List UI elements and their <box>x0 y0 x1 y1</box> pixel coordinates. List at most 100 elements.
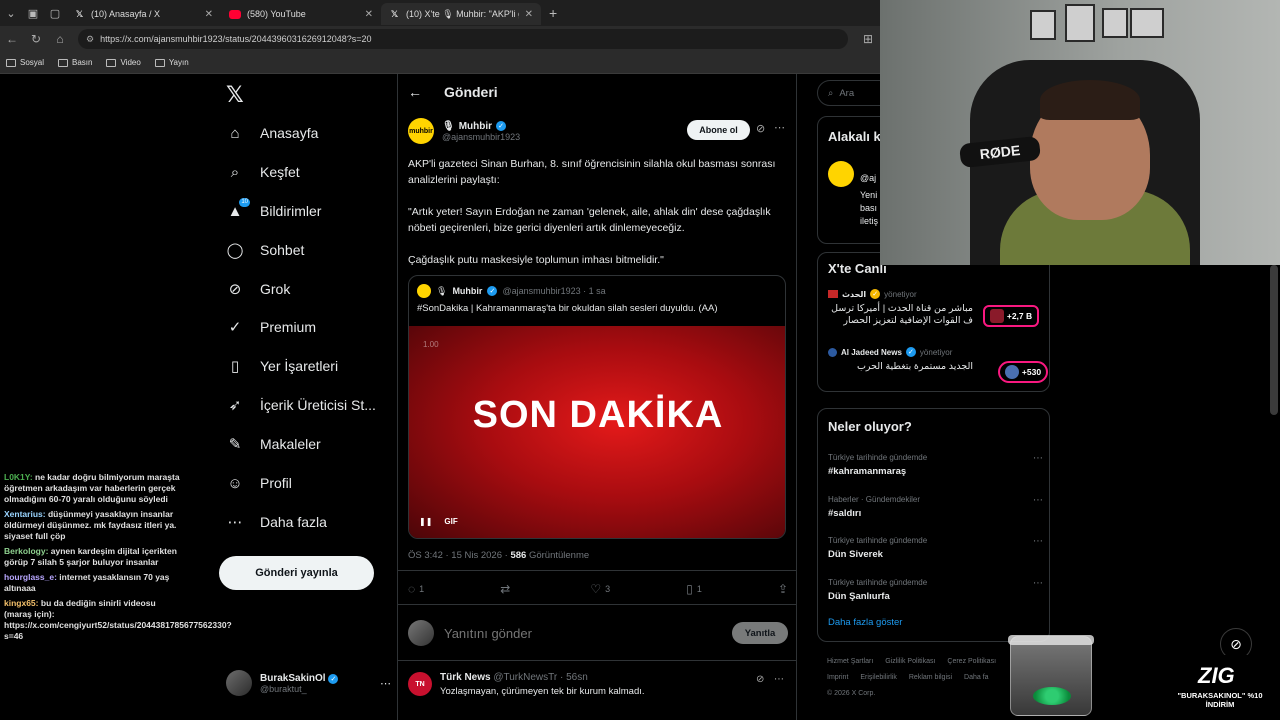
author-name[interactable]: 🎙 Muhbir ✓ <box>442 121 520 132</box>
reload-icon[interactable]: ↻ <box>24 32 48 46</box>
live-item[interactable]: الحدث ✓ yönetiyor مباشر من قناة الحدث | أم… <box>828 289 1043 327</box>
close-icon[interactable]: ✕ <box>205 9 213 20</box>
browser-tab-post[interactable]: 𝕏 (10) X'te 🎙 Muhbir: "AKP'li gazete ✕ <box>381 3 541 25</box>
like-button[interactable]: ♡ 3 <box>590 582 610 596</box>
split-view-icon[interactable]: ⊞ <box>856 32 880 46</box>
show-more-link[interactable]: Daha fazla göster <box>828 617 902 628</box>
chat-user: L0K1Y: <box>4 472 33 482</box>
post-author[interactable]: muhbir 🎙 Muhbir ✓ @ajansmuhbir1923 <box>408 118 520 144</box>
scrollbar[interactable] <box>1270 265 1278 415</box>
avatar[interactable]: TN <box>408 672 432 696</box>
tab-actions-icon[interactable]: ▢ <box>44 2 66 24</box>
more-icon[interactable]: ⋯ <box>1033 536 1043 547</box>
reply-submit-button[interactable]: Yanıtla <box>732 622 788 644</box>
page-title: Gönderi <box>444 84 498 100</box>
footer-link[interactable]: Gizlilik Politikası <box>885 658 935 665</box>
avatar <box>417 284 431 298</box>
footer-link[interactable]: Daha fa <box>964 674 989 681</box>
browser-tab-home[interactable]: 𝕏 (10) Anasayfa / X ✕ <box>66 3 221 25</box>
new-tab-icon[interactable]: + <box>549 5 557 21</box>
trend-item[interactable]: Türkiye tarihinde gündemde Dün Şanlıurfa ⋯ <box>828 578 1043 602</box>
folder-icon <box>58 58 69 67</box>
trend-item[interactable]: Haberler · Gündemdekiler #saldırı ⋯ <box>828 495 1043 519</box>
post-button[interactable]: Gönderi yayınla <box>219 556 374 590</box>
bookmark-button[interactable]: ▯ 1 <box>686 582 702 596</box>
nav-home[interactable]: ⌂ Anasayfa <box>226 118 318 148</box>
premium-icon: ✓ <box>228 319 242 336</box>
bookmark-basin[interactable]: Basın <box>58 58 92 67</box>
reply-post[interactable]: TN Türk News @TurkNewsTr · 56sn Yozlaşma… <box>408 672 645 697</box>
back-arrow-icon[interactable]: ← <box>408 84 422 100</box>
subscribe-button[interactable]: Abone ol <box>687 120 750 140</box>
more-icon[interactable]: ⋯ <box>774 674 784 685</box>
bookmark-video[interactable]: Video <box>106 58 141 67</box>
nav-profile[interactable]: ☺ Profil <box>226 468 292 498</box>
url-field[interactable]: ⚙ https://x.com/ajansmuhbir1923/status/2… <box>78 29 848 49</box>
more-icon[interactable]: ⋯ <box>1033 495 1043 506</box>
nav-notifications[interactable]: ▲ 10 Bildirimler <box>226 196 321 226</box>
nav-premium[interactable]: ✓ Premium <box>226 312 316 342</box>
live-source: الحدث ✓ yönetiyor <box>828 289 1043 299</box>
related-bio: Yeni bası iletiş <box>860 190 879 226</box>
trend-item[interactable]: Türkiye tarihinde gündemde Dün Siverek ⋯ <box>828 536 1043 560</box>
more-icon[interactable]: ⋯ <box>1033 453 1043 464</box>
site-info-icon[interactable]: ⚙ <box>86 34 94 45</box>
account-handle: @buraktut_ <box>260 683 307 694</box>
more-icon[interactable]: ⋯ <box>1033 578 1043 589</box>
pause-icon[interactable]: ❚❚ <box>419 517 432 526</box>
live-thumbnail <box>989 309 1004 323</box>
avatar <box>408 620 434 646</box>
quoted-post[interactable]: 🎙 Muhbir ✓ @ajansmuhbir1923 · 1 sa #SonD… <box>408 275 786 539</box>
heart-icon: ♡ <box>590 582 602 596</box>
browser-tab-youtube[interactable]: (580) YouTube ✕ <box>221 3 381 25</box>
reply-button[interactable]: ◌ 1 <box>408 582 424 596</box>
post-header: ← Gönderi <box>408 84 498 100</box>
nav-explore[interactable]: ⌕ Keşfet <box>226 157 300 187</box>
bookmark-sosyal[interactable]: Sosyal <box>6 58 44 67</box>
nav-chat[interactable]: ◯ Sohbet <box>226 235 305 265</box>
back-icon[interactable]: ← <box>0 32 24 46</box>
avatar[interactable]: muhbir <box>408 118 434 144</box>
x-logo-icon[interactable]: 𝕏 <box>226 82 244 108</box>
nav-creator-studio[interactable]: ➶ İçerik Üreticisi St... <box>226 390 376 420</box>
grok-icon[interactable]: ⊘ <box>756 122 765 135</box>
footer-link[interactable]: Çerez Politikası <box>947 658 996 665</box>
verified-icon: ✓ <box>487 286 498 296</box>
live-item[interactable]: Al Jadeed News ✓ yönetiyor الجديد مستمرة ب… <box>828 347 1048 383</box>
nav-grok[interactable]: ⊘ Grok <box>226 274 291 304</box>
gif-media[interactable]: 1.00 SON DAKİKA ❚❚ GIF <box>409 326 785 538</box>
bookmark-yayin[interactable]: Yayın <box>154 58 189 67</box>
more-icon[interactable]: ⋯ <box>774 121 785 134</box>
related-handle[interactable]: @aj <box>860 173 876 183</box>
repost-button[interactable]: ⇄ <box>500 582 514 596</box>
nav-more[interactable]: ⋯ Daha fazla <box>226 507 327 537</box>
close-icon[interactable]: ✕ <box>525 9 533 20</box>
footer-link[interactable]: Hizmet Şartları <box>827 658 873 665</box>
donation-jar <box>1008 635 1094 716</box>
x-icon: 𝕏 <box>390 8 399 19</box>
close-icon[interactable]: ✕ <box>365 9 373 20</box>
search-icon: ⌕ <box>828 87 834 99</box>
grok-icon[interactable]: ⊘ <box>756 674 764 685</box>
share-button[interactable]: ⇪ <box>778 582 788 596</box>
trend-item[interactable]: Türkiye tarihinde gündemde #kahramanmaraş… <box>828 453 1043 477</box>
account-switcher[interactable]: BurakSakinOl ✓ @buraktut_ ⋯ <box>226 670 391 696</box>
url-text: https://x.com/ajansmuhbir1923/status/204… <box>100 34 372 44</box>
sponsor-logo: ZIG <box>1198 663 1235 688</box>
tab-list-icon[interactable]: ⌄ <box>0 2 22 24</box>
profile-icon: ☺ <box>227 474 243 492</box>
nav-label: Keşfet <box>260 164 300 180</box>
more-icon[interactable]: ⋯ <box>380 677 391 690</box>
home-icon[interactable]: ⌂ <box>48 32 72 46</box>
footer-link[interactable]: Imprint <box>827 674 848 681</box>
reply-input[interactable] <box>444 625 722 641</box>
workspaces-icon[interactable]: ▣ <box>22 2 44 24</box>
nav-bookmarks[interactable]: ▯ Yer İşaretleri <box>226 351 338 381</box>
footer-link[interactable]: Reklam bilgisi <box>909 674 952 681</box>
avatar[interactable] <box>828 161 854 187</box>
post-timestamp[interactable]: ÖS 3:42 · 15 Nis 2026 · <box>408 550 510 561</box>
footer-link[interactable]: Erişilebilirlik <box>860 674 897 681</box>
author-handle[interactable]: @ajansmuhbir1923 <box>442 132 520 142</box>
trend-name: #saldırı <box>828 508 862 519</box>
nav-articles[interactable]: ✎ Makaleler <box>226 429 321 459</box>
